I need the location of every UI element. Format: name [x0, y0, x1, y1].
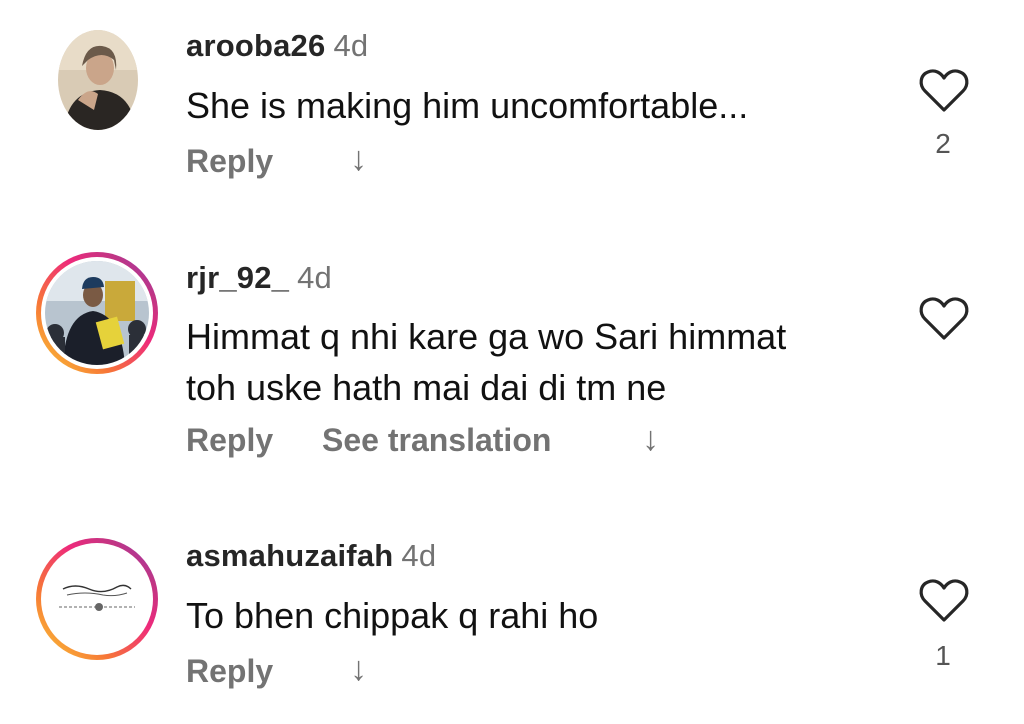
comment-text: She is making him uncomfortable... — [186, 85, 749, 126]
like-count[interactable]: 2 — [920, 128, 966, 160]
comment-text-line: Himmat q nhi kare ga wo Sari himmat — [186, 316, 787, 357]
heart-outline-icon[interactable] — [918, 68, 970, 114]
like-count[interactable]: 1 — [920, 640, 966, 672]
comment-text: Himmat q nhi kare ga wo Sari himmat toh … — [186, 311, 886, 413]
username-text[interactable]: arooba26 — [186, 28, 325, 63]
comment-item: asmahuzaifah 4d To bhen chippak q rahi ho… — [0, 520, 1024, 724]
comment-item: rjr_92_ 4d Himmat q nhi kare ga wo Sari h… — [0, 240, 1024, 480]
comment-item: arooba26 4d She is making him uncomfortab… — [0, 0, 1024, 200]
avatar[interactable] — [36, 252, 158, 374]
comment-time: 4d — [333, 28, 369, 63]
avatar[interactable] — [36, 26, 158, 148]
username-text[interactable]: rjr_92_ — [186, 260, 289, 295]
comment-actions: Reply — [186, 143, 273, 180]
avatar-image — [45, 547, 149, 651]
comment-actions: See translation — [322, 422, 551, 459]
avatar[interactable] — [36, 538, 158, 660]
username[interactable]: arooba26 4d — [186, 28, 368, 64]
comment-actions: Reply — [186, 653, 273, 690]
reply-button[interactable]: Reply — [186, 653, 273, 690]
arrow-down-icon[interactable]: ↓ — [350, 140, 367, 179]
avatar-image — [58, 30, 138, 130]
see-translation-button[interactable]: See translation — [322, 422, 551, 459]
comment-text: To bhen chippak q rahi ho — [186, 595, 599, 636]
reply-button[interactable]: Reply — [186, 422, 273, 459]
arrow-down-icon[interactable]: ↓ — [642, 420, 659, 459]
username[interactable]: asmahuzaifah 4d — [186, 538, 436, 574]
avatar-image — [45, 261, 149, 365]
heart-outline-icon[interactable] — [918, 296, 970, 342]
comment-actions: Reply — [186, 422, 273, 459]
username-text[interactable]: asmahuzaifah — [186, 538, 393, 573]
arrow-down-icon[interactable]: ↓ — [350, 650, 367, 689]
comment-text-line: toh uske hath mai dai di tm ne — [186, 367, 667, 408]
username[interactable]: rjr_92_ 4d — [186, 260, 332, 296]
heart-outline-icon[interactable] — [918, 578, 970, 624]
comment-time: 4d — [401, 538, 437, 573]
reply-button[interactable]: Reply — [186, 143, 273, 180]
comment-time: 4d — [297, 260, 332, 295]
